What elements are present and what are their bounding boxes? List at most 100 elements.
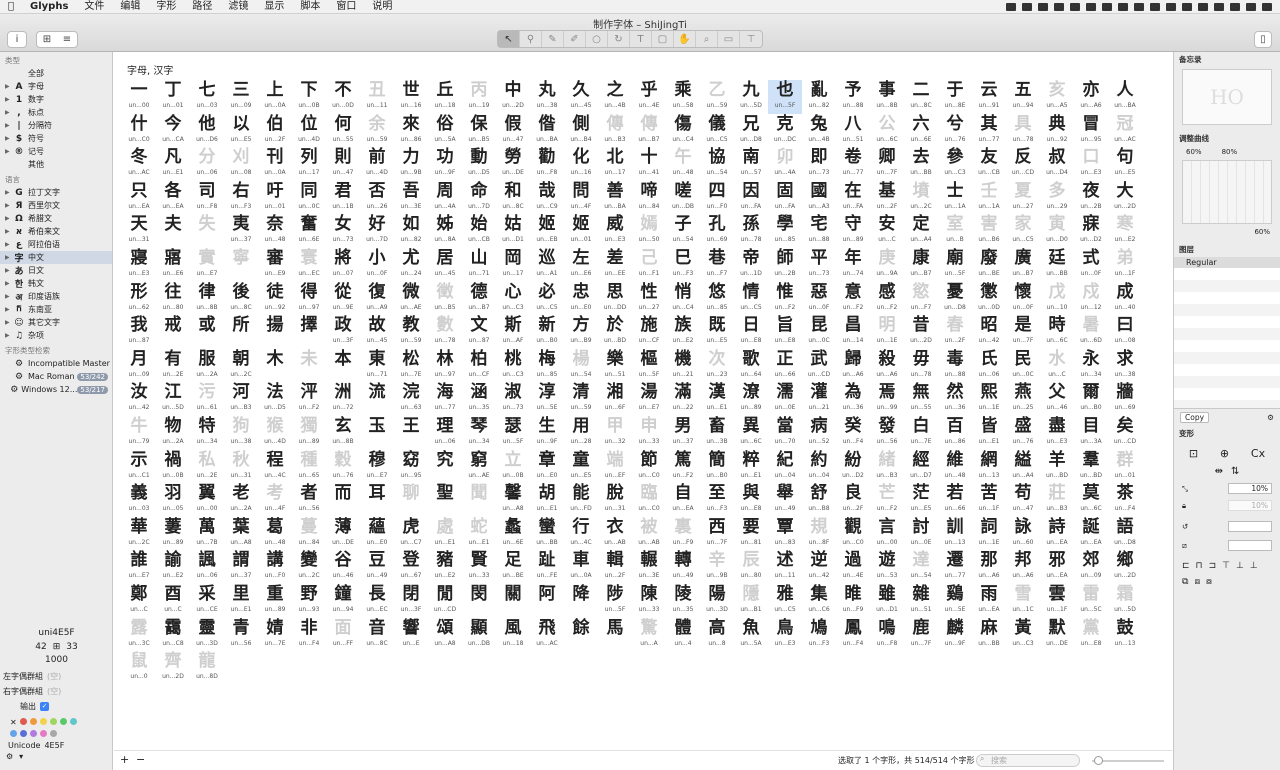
disclosure-icon[interactable]: ▶ bbox=[5, 293, 13, 300]
glyph-cell[interactable]: 邪 un...EA bbox=[1040, 550, 1074, 584]
rotate-field[interactable] bbox=[1228, 521, 1272, 532]
scale-y-field[interactable]: 10% bbox=[1228, 500, 1272, 511]
sidebar-item-lang[interactable]: ▶ 한 韩文 bbox=[0, 277, 112, 290]
glyph-cell[interactable]: 巳 un...F3 bbox=[666, 248, 700, 282]
glyph-cell[interactable]: 反 un...CD bbox=[1006, 147, 1040, 181]
glyph-cell[interactable]: 新 un...B0 bbox=[530, 315, 564, 349]
glyph-cell[interactable]: 老 un...2A bbox=[224, 483, 258, 517]
glyph-cell[interactable]: 宅 un...88 bbox=[802, 214, 836, 248]
glyph-cell[interactable]: 側 un...B4 bbox=[564, 114, 598, 148]
glyph-cell[interactable]: 鐘 un...94 bbox=[326, 584, 360, 618]
menu-window[interactable]: 窗口 bbox=[328, 0, 364, 14]
menu-glyph[interactable]: 字形 bbox=[148, 0, 184, 14]
hand-tool-icon[interactable]: ✋ bbox=[674, 31, 696, 47]
copy-button[interactable]: Copy bbox=[1180, 412, 1210, 423]
glyph-cell[interactable]: 失 bbox=[190, 214, 224, 248]
curve-pct-1[interactable]: 60% bbox=[1186, 148, 1202, 156]
glyph-cell[interactable]: 小 un...0F bbox=[360, 248, 394, 282]
glyph-cell[interactable]: 聞 bbox=[462, 483, 496, 517]
glyph-cell[interactable]: 污 un...61 bbox=[190, 382, 224, 416]
glyph-cell[interactable]: 乎 un...4E bbox=[632, 80, 666, 114]
glyph-cell[interactable]: 室 un...B bbox=[938, 214, 972, 248]
glyph-cell[interactable]: 講 un...F0 bbox=[258, 550, 292, 584]
glyph-cell[interactable]: 河 un...B3 bbox=[224, 382, 258, 416]
glyph-cell[interactable]: 寅 un...D0 bbox=[1040, 214, 1074, 248]
glyph-cell[interactable]: 施 un...CF bbox=[632, 315, 666, 349]
glyph-cell[interactable]: 定 un...A4 bbox=[904, 214, 938, 248]
disclosure-icon[interactable]: ▶ bbox=[5, 306, 13, 313]
info-button[interactable]: i bbox=[7, 31, 27, 48]
glyph-cell[interactable]: 我 un...87 bbox=[122, 315, 156, 349]
glyph-cell[interactable]: 問 un...4F bbox=[564, 181, 598, 215]
tray-icon[interactable] bbox=[1054, 2, 1064, 11]
glyph-cell[interactable]: 那 un...A6 bbox=[972, 550, 1006, 584]
glyph-cell[interactable]: 裏 un...F9 bbox=[666, 517, 700, 551]
color-swatch[interactable] bbox=[19, 718, 27, 725]
disclosure-icon[interactable]: ▶ bbox=[5, 241, 13, 248]
rotate-tool-icon[interactable]: ↻ bbox=[608, 31, 630, 47]
glyph-cell[interactable]: 帝 un...1D bbox=[734, 248, 768, 282]
glyph-cell[interactable]: 思 un...DD bbox=[598, 282, 632, 316]
glyph-cell[interactable]: 木 bbox=[258, 349, 292, 383]
glyph-cell[interactable]: 昔 un...2D bbox=[904, 315, 938, 349]
disclosure-icon[interactable]: ▶ bbox=[5, 202, 13, 209]
glyph-cell[interactable]: 潦 un...89 bbox=[734, 382, 768, 416]
glyph-cell[interactable]: 盛 un...76 bbox=[1006, 416, 1040, 450]
zoom-tool-icon[interactable]: ⌕ bbox=[696, 31, 718, 47]
glyph-cell[interactable]: 清 un...59 bbox=[564, 382, 598, 416]
notes-area[interactable]: HO bbox=[1182, 69, 1272, 125]
glyph-cell[interactable]: 南 un...57 bbox=[734, 147, 768, 181]
glyph-cell[interactable]: 浣 un...63 bbox=[394, 382, 428, 416]
glyph-cell[interactable]: 男 un...37 bbox=[666, 416, 700, 450]
glyph-cell[interactable]: 莫 un...6C bbox=[1074, 483, 1108, 517]
glyph-cell[interactable]: 鹿 un...7F bbox=[904, 618, 938, 652]
glyph-cell[interactable]: 若 un...66 bbox=[938, 483, 972, 517]
glyph-cell[interactable]: 一 un...00 bbox=[122, 80, 156, 114]
menu-path[interactable]: 路径 bbox=[184, 0, 220, 14]
glyph-cell[interactable]: 陳 un...33 bbox=[632, 584, 666, 618]
disclosure-icon[interactable]: ▶ bbox=[5, 96, 13, 103]
glyph-cell[interactable]: 廣 un...B7 bbox=[1006, 248, 1040, 282]
glyph-cell[interactable]: 久 un...45 bbox=[564, 80, 598, 114]
glyph-cell[interactable]: 癸 un...F4 bbox=[836, 416, 870, 450]
glyph-cell[interactable]: 昭 un...42 bbox=[972, 315, 1006, 349]
glyph-cell[interactable]: 德 un...B7 bbox=[462, 282, 496, 316]
sidebar-item-lang[interactable]: ▶ ☺ 其它文字 bbox=[0, 316, 112, 329]
glyph-cell[interactable]: 粹 un...E1 bbox=[734, 450, 768, 484]
glyph-cell[interactable]: 啼 un...84 bbox=[632, 181, 666, 215]
glyph-cell[interactable]: 里 un...E1 bbox=[224, 584, 258, 618]
glyph-cell[interactable]: 刈 un...08 bbox=[224, 147, 258, 181]
glyph-cell[interactable]: 巡 un...A1 bbox=[530, 248, 564, 282]
glyph-cell[interactable]: 集 un...C6 bbox=[802, 584, 836, 618]
intersect-icon[interactable]: ⧇ bbox=[1206, 577, 1212, 587]
tray-icon[interactable] bbox=[1070, 2, 1080, 11]
chevron-down-icon[interactable]: ▾ bbox=[19, 752, 23, 761]
glyph-cell[interactable]: 丑 un...11 bbox=[360, 80, 394, 114]
sidebar-item-lang[interactable]: ▶ ع 阿拉伯语 bbox=[0, 238, 112, 251]
glyph-cell[interactable]: 萋 un...89 bbox=[156, 517, 190, 551]
glyph-cell[interactable]: 窮 un...AE bbox=[462, 450, 496, 484]
menu-help[interactable]: 说明 bbox=[364, 0, 400, 14]
glyph-cell[interactable]: 賢 un...33 bbox=[462, 550, 496, 584]
add-glyph-button[interactable]: + bbox=[120, 753, 129, 766]
glyph-cell[interactable]: 典 un...92 bbox=[1040, 114, 1074, 148]
glyph-cell[interactable]: 寒 un...E2 bbox=[1108, 214, 1142, 248]
glyph-cell[interactable]: 位 un...4D bbox=[292, 114, 326, 148]
glyph-cell[interactable]: 也 un...5F bbox=[768, 80, 802, 114]
tray-icon[interactable] bbox=[1118, 2, 1128, 11]
text-tool-icon[interactable]: T bbox=[630, 31, 652, 47]
glyph-cell[interactable]: 只 un...EA bbox=[122, 181, 156, 215]
glyph-cell[interactable]: 姊 un...8A bbox=[428, 214, 462, 248]
glyph-cell[interactable]: 友 un...CB bbox=[972, 147, 1006, 181]
glyph-cell[interactable]: 他 un...D6 bbox=[190, 114, 224, 148]
glyph-cell[interactable]: 遊 un...53 bbox=[870, 550, 904, 584]
glyph-cell[interactable]: 勞 un...DE bbox=[496, 147, 530, 181]
glyph-cell[interactable]: 白 un...7E bbox=[904, 416, 938, 450]
glyph-cell[interactable]: 吾 un...3E bbox=[394, 181, 428, 215]
tray-icon[interactable] bbox=[1214, 2, 1224, 11]
glyph-cell[interactable]: 兄 un...D8 bbox=[734, 114, 768, 148]
sidebar-item-lang[interactable]: ▶ अ 印度语族 bbox=[0, 290, 112, 303]
glyph-cell[interactable]: 假 un...47 bbox=[496, 114, 530, 148]
glyph-cell[interactable]: 戊 un...10 bbox=[1040, 282, 1074, 316]
glyph-cell[interactable]: 雪 un...1C bbox=[1006, 584, 1040, 618]
